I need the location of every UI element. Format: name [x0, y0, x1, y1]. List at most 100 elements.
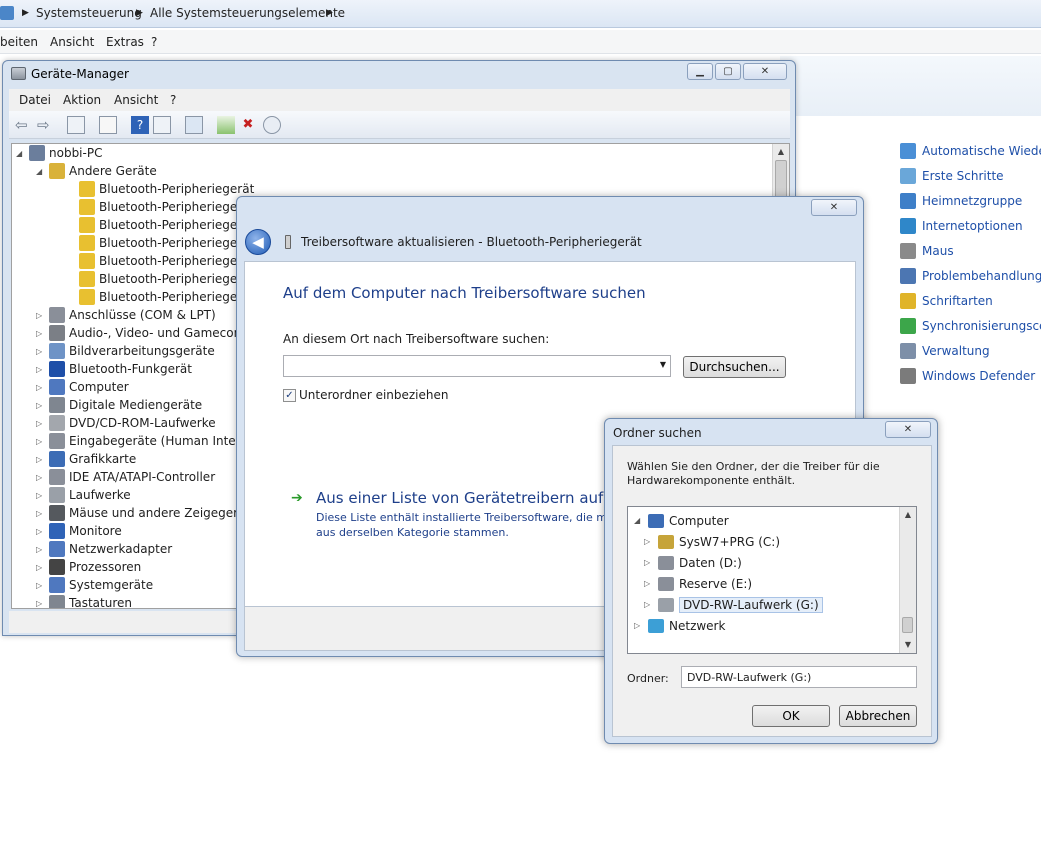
expand-toggle-icon[interactable]: ▷	[644, 600, 653, 609]
control-panel-link[interactable]: Maus	[900, 240, 954, 262]
folder-tree-item[interactable]: ▷ SysW7+PRG (C:)	[644, 532, 780, 551]
menu-ansicht[interactable]: Ansicht	[50, 35, 94, 49]
close-button[interactable]: ✕	[885, 421, 931, 438]
expand-toggle-icon[interactable]: ▷	[36, 401, 45, 410]
tree-category[interactable]: ▷ Eingabegeräte (Human Interfac	[36, 432, 259, 450]
folder-input[interactable]: DVD-RW-Laufwerk (G:)	[681, 666, 917, 688]
control-panel-link[interactable]: Verwaltung	[900, 340, 990, 362]
back-arrow-icon[interactable]: ⇦	[15, 116, 33, 134]
menu-datei[interactable]: Datei	[19, 93, 51, 107]
expand-toggle-icon[interactable]: ▷	[644, 558, 653, 567]
menu-extras[interactable]: Extras	[106, 35, 144, 49]
control-panel-link[interactable]: Problembehandlung	[900, 265, 1041, 287]
control-panel-link[interactable]: Automatische Wiederg	[900, 140, 1041, 162]
expand-toggle-icon[interactable]: ◢	[36, 167, 45, 176]
control-panel-link[interactable]: Erste Schritte	[900, 165, 1004, 187]
tree-device[interactable]: Bluetooth-Peripheriegerät	[66, 198, 254, 216]
close-button[interactable]: ✕	[743, 63, 787, 80]
forward-arrow-icon[interactable]: ⇨	[37, 116, 55, 134]
expand-toggle-icon[interactable]: ▷	[36, 563, 45, 572]
expand-toggle-icon[interactable]: ▷	[36, 545, 45, 554]
menu-help[interactable]: ?	[170, 93, 176, 107]
expand-toggle-icon[interactable]: ▷	[634, 621, 643, 630]
expand-toggle-icon[interactable]: ▷	[36, 455, 45, 464]
expand-toggle-icon[interactable]: ▷	[36, 365, 45, 374]
include-subfolders-checkbox[interactable]: ✓	[283, 389, 296, 402]
tree-device[interactable]: Bluetooth-Peripheriegerät	[66, 288, 254, 306]
properties-icon[interactable]	[99, 116, 117, 134]
tree-device[interactable]: Bluetooth-Peripheriegerät	[66, 216, 254, 234]
expand-toggle-icon[interactable]: ▷	[36, 473, 45, 482]
expand-toggle-icon[interactable]: ▷	[36, 311, 45, 320]
device-manager-titlebar[interactable]: Geräte-Manager ▁ ▢ ✕	[3, 61, 795, 87]
scroll-down-arrow-icon[interactable]: ▼	[900, 637, 916, 653]
folder-tree-item[interactable]: ▷ Netzwerk	[634, 616, 725, 635]
close-button[interactable]: ✕	[811, 199, 857, 216]
expand-toggle-icon[interactable]: ◢	[634, 516, 643, 525]
tree-category[interactable]: ▷ IDE ATA/ATAPI-Controller	[36, 468, 215, 486]
folder-tree-item[interactable]: ▷ Daten (D:)	[644, 553, 742, 572]
view-icon[interactable]	[153, 116, 171, 134]
scan-hardware-icon[interactable]	[185, 116, 203, 134]
control-panel-link[interactable]: Schriftarten	[900, 290, 993, 312]
control-panel-link[interactable]: Heimnetzgruppe	[900, 190, 1022, 212]
scroll-up-arrow-icon[interactable]: ▲	[773, 144, 789, 160]
control-panel-link[interactable]: Internetoptionen	[900, 215, 1023, 237]
tree-category[interactable]: ▷ Anschlüsse (COM & LPT)	[36, 306, 216, 324]
update-driver-icon[interactable]	[217, 116, 235, 134]
scroll-thumb[interactable]	[775, 160, 787, 200]
scroll-up-arrow-icon[interactable]: ▲	[900, 507, 916, 523]
pick-from-list-link[interactable]: Aus einer Liste von Gerätetreibern auf d…	[316, 489, 633, 507]
tree-device[interactable]: Bluetooth-Peripheriegerät	[66, 180, 254, 198]
tree-category[interactable]: ▷ Monitore	[36, 522, 122, 540]
expand-toggle-icon[interactable]: ▷	[36, 347, 45, 356]
expand-toggle-icon[interactable]: ▷	[36, 581, 45, 590]
folder-tree-item[interactable]: ▷ DVD-RW-Laufwerk (G:)	[644, 595, 823, 614]
breadcrumb-systemsteuerung[interactable]: Systemsteuerung	[36, 6, 142, 20]
location-combobox[interactable]: ▼	[283, 355, 671, 377]
menu-bearbeiten[interactable]: beiten	[0, 35, 38, 49]
expand-toggle-icon[interactable]: ◢	[16, 149, 25, 158]
expand-toggle-icon[interactable]: ▷	[36, 491, 45, 500]
tree-category[interactable]: ▷ Grafikkarte	[36, 450, 136, 468]
browse-button[interactable]: Durchsuchen...	[683, 356, 786, 378]
tree-category[interactable]: ▷ Mäuse und andere Zeigegeräte	[36, 504, 258, 522]
tree-device[interactable]: Bluetooth-Peripheriegerät	[66, 234, 254, 252]
back-arrow-icon[interactable]: ◀	[245, 229, 271, 255]
help-icon[interactable]: ?	[131, 116, 149, 134]
tree-category[interactable]: ▷ Digitale Mediengeräte	[36, 396, 202, 414]
breadcrumb-all-items[interactable]: Alle Systemsteuerungselemente	[150, 6, 345, 20]
menu-ansicht[interactable]: Ansicht	[114, 93, 158, 107]
tree-category[interactable]: ▷ Systemgeräte	[36, 576, 153, 594]
tree-device[interactable]: Bluetooth-Peripheriegerät	[66, 270, 254, 288]
disable-device-icon[interactable]	[263, 116, 281, 134]
expand-toggle-icon[interactable]: ▷	[36, 329, 45, 338]
tree-category[interactable]: ▷ Prozessoren	[36, 558, 141, 576]
folder-tree-item[interactable]: ▷ Reserve (E:)	[644, 574, 752, 593]
control-panel-link[interactable]: Synchronisierungscent	[900, 315, 1041, 337]
expand-toggle-icon[interactable]: ▷	[36, 509, 45, 518]
ok-button[interactable]: OK	[752, 705, 830, 727]
expand-toggle-icon[interactable]: ▷	[36, 599, 45, 608]
scroll-thumb[interactable]	[902, 617, 913, 633]
expand-toggle-icon[interactable]: ▷	[644, 537, 653, 546]
cancel-button[interactable]: Abbrechen	[839, 705, 917, 727]
expand-toggle-icon[interactable]: ▷	[36, 383, 45, 392]
show-hide-tree-icon[interactable]	[67, 116, 85, 134]
tree-category[interactable]: ▷ Audio-, Video- und Gamecontr	[36, 324, 251, 342]
uninstall-icon[interactable]: ✖	[239, 116, 257, 134]
tree-category[interactable]: ▷ Computer	[36, 378, 129, 396]
tree-category[interactable]: ▷ DVD/CD-ROM-Laufwerke	[36, 414, 216, 432]
folder-tree-item[interactable]: ◢ Computer	[634, 511, 729, 530]
menu-aktion[interactable]: Aktion	[63, 93, 101, 107]
expand-toggle-icon[interactable]: ▷	[36, 419, 45, 428]
tree-root[interactable]: ◢ nobbi-PC	[16, 144, 102, 162]
tree-category[interactable]: ▷ Bluetooth-Funkgerät	[36, 360, 192, 378]
folder-tree-scrollbar[interactable]: ▲ ▼	[899, 507, 916, 653]
chevron-down-icon[interactable]: ▼	[660, 360, 666, 369]
tree-category[interactable]: ▷ Laufwerke	[36, 486, 131, 504]
tree-category-other-devices[interactable]: ◢ Andere Geräte	[36, 162, 157, 180]
tree-category[interactable]: ▷ Tastaturen	[36, 594, 132, 608]
expand-toggle-icon[interactable]: ▷	[36, 527, 45, 536]
expand-toggle-icon[interactable]: ▷	[36, 437, 45, 446]
